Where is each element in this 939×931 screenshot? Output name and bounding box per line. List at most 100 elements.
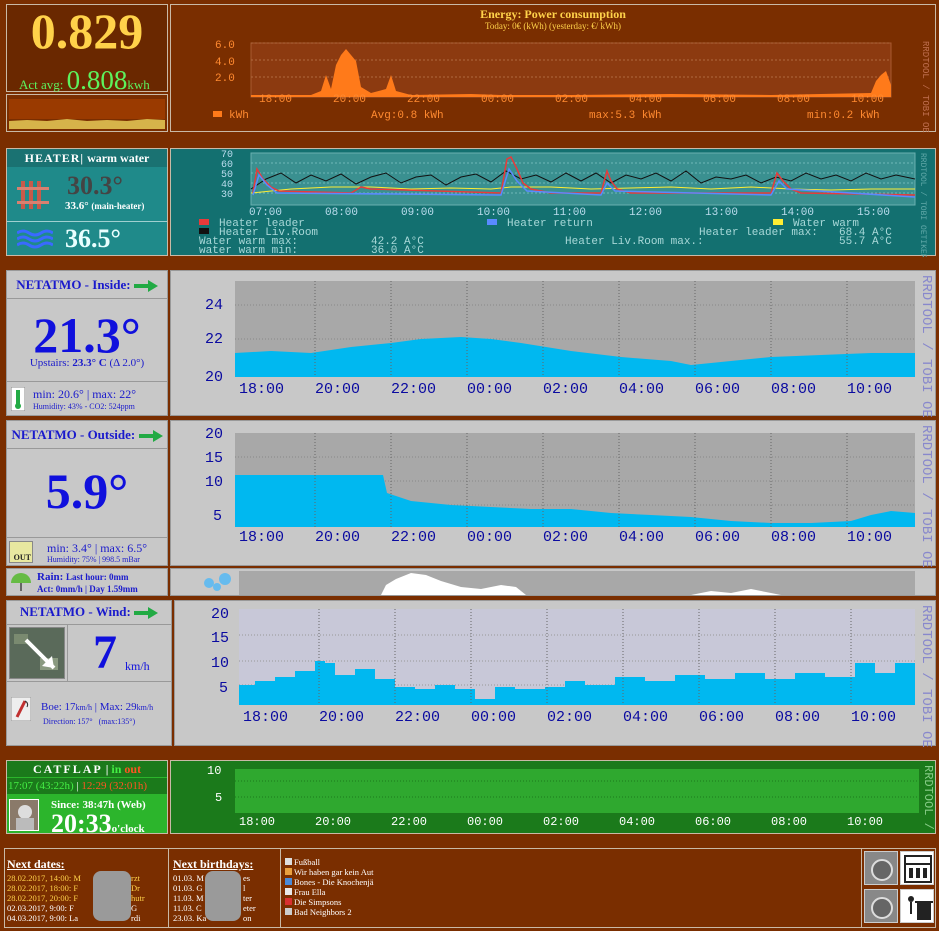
catflap-out-time: 12:29 (32:01h): [81, 780, 148, 792]
catflap-x-tick: 20:00: [315, 815, 351, 829]
catflap-times: 17:07 (43:22h) | 12:29 (32:01h): [7, 778, 167, 794]
outside-watermark: RRDTOOL / TOBI OETIKER: [918, 425, 934, 567]
energy-legend-avg: Avg:0.8 kWh: [371, 110, 444, 122]
rain-last-hour: Last hour: 0mm: [66, 572, 129, 582]
outside-x-tick: 00:00: [467, 529, 512, 546]
tv-item[interactable]: Wir haben gar kein Aut: [285, 867, 374, 877]
heater-stat-label: Heater Liv.Room max.:: [565, 236, 704, 248]
wind-y-tick: 10: [211, 655, 229, 672]
energy-current-panel: 0.829 Act avg: 0.808kwh: [6, 3, 168, 95]
rain-line2: Act: 0mm/h | Day 1.59mm: [37, 584, 138, 594]
wind-gust-icon: [11, 697, 31, 721]
catflap-out: out: [124, 762, 142, 776]
energy-graph-panel: Energy: Power consumption Today: 0€ (kWh…: [170, 4, 936, 133]
inside-minmax: min: 20.6° | max: 22°: [33, 387, 137, 401]
next-dates-title: Next dates:: [7, 857, 65, 871]
inside-y-tick: 24: [205, 297, 223, 314]
tv-item[interactable]: Frau Ella: [285, 887, 374, 897]
next-birthdays: Next birthdays: 01.03. Mes 01.03. Gl 11.…: [171, 849, 281, 927]
catflap-header: CATFLAP | in out: [7, 761, 167, 777]
outside-graph-panel: 20 15 10 5 18:00 20:00 22:00 00:00 02:00…: [170, 420, 936, 610]
birthday-item[interactable]: 23.03. Ka on: [173, 913, 252, 923]
tv-channel-icon: [285, 908, 292, 915]
outside-x-tick: 04:00: [619, 529, 664, 546]
tv-item[interactable]: Bad Neighbors 2: [285, 907, 374, 917]
heater-graph-panel: 70 60 50 40 30 07:00 08:00 09:00 10:00 1…: [170, 148, 936, 259]
outside-x-tick: 06:00: [695, 529, 740, 546]
rain-chart: [204, 571, 915, 595]
outside-icon: OUT: [9, 541, 33, 563]
catflap-in-time: 17:07 (43:22h): [8, 780, 74, 792]
energy-current-value: 0.829: [30, 3, 144, 59]
inside-x-tick: 06:00: [695, 381, 740, 398]
birthday-item[interactable]: 11.03. Ceter: [173, 903, 256, 913]
outside-x-tick: 02:00: [543, 529, 588, 546]
date-item[interactable]: 04.03.2017, 9:00: La rdi: [7, 913, 140, 923]
trash-icon[interactable]: [900, 889, 934, 923]
energy-x-tick: 10:00: [851, 94, 884, 106]
outside-x-tick: 08:00: [771, 529, 816, 546]
dryer-icon[interactable]: [864, 889, 898, 923]
arrow-right-icon[interactable]: [138, 430, 163, 443]
birthday-item[interactable]: 01.03. Gl: [173, 883, 245, 893]
energy-x-tick: 20:00: [333, 94, 366, 106]
tv-item[interactable]: Bones - Die Knochenjä: [285, 877, 374, 887]
date-item[interactable]: 02.03.2017, 9:00: FG: [7, 903, 137, 913]
outside-max: max: 6.5°: [100, 541, 148, 555]
catflap-clock-value: 20:33: [51, 809, 112, 838]
birthday-item[interactable]: 01.03. Mes: [173, 873, 250, 883]
date-item[interactable]: 28.02.2017, 18:00: F Dr: [7, 883, 140, 893]
catflap-y-tick: 5: [215, 791, 222, 805]
outside-title: NETATMO - Outside:: [11, 427, 136, 442]
wind-x-tick: 08:00: [775, 709, 820, 726]
wind-x-tick: 22:00: [395, 709, 440, 726]
inside-upstairs: Upstairs: 23.3° C (Δ 2.0°): [7, 357, 167, 369]
arrow-right-icon[interactable]: [134, 607, 159, 620]
wind-x-tick: 10:00: [851, 709, 896, 726]
rain-label: Rain:: [37, 571, 64, 583]
catflap-in: in: [111, 762, 122, 776]
energy-y-tick: 4.0: [215, 57, 235, 69]
heater-stat-label: Heater leader max:: [699, 227, 818, 239]
catflap-x-tick: 10:00: [847, 815, 883, 829]
catflap-clock-unit: o'clock: [111, 823, 145, 835]
wind-max-label: Max:: [99, 701, 123, 713]
energy-legend-swatch: [213, 111, 222, 117]
heater-temp1-sub-note: (main-heater): [91, 201, 145, 211]
catflap-x-tick: 04:00: [619, 815, 655, 829]
legend-swatch-livroom: [199, 228, 209, 234]
inside-title: NETATMO - Inside:: [16, 277, 131, 292]
wind-speed: 7: [93, 626, 117, 679]
heater-temp1-sub: 33.6° (main-heater): [65, 200, 144, 212]
energy-sparkline: [6, 94, 168, 132]
energy-watermark: RRDTOOL / TOBI OETIKER: [920, 41, 930, 133]
energy-x-tick: 22:00: [407, 94, 440, 106]
catflap-x-tick: 00:00: [467, 815, 503, 829]
tv-channel-icon: [285, 868, 292, 875]
energy-legend-kwh: kWh: [229, 110, 249, 122]
inside-watermark: RRDTOOL / TOBI OETIKER: [918, 275, 934, 417]
appliance-icons: [861, 849, 935, 927]
water-waves-icon: [17, 229, 53, 249]
heater-title: HEATER| warm water: [7, 149, 167, 167]
inside-upstairs-label: Upstairs:: [29, 357, 70, 369]
heater-subtitle: warm water: [87, 151, 150, 165]
washing-machine-icon[interactable]: [864, 851, 898, 885]
date-item[interactable]: 28.02.2017, 20:00: Fhutr: [7, 893, 145, 903]
rain-act: Act: 0mm/h: [37, 584, 83, 594]
wind-boe-unit: km/h: [75, 703, 92, 712]
inside-graph-panel: 24 22 20 18:00 20:00 22:00 00:00 02:00 0…: [170, 270, 936, 460]
inside-x-tick: 04:00: [619, 381, 664, 398]
tv-item[interactable]: Fußball: [285, 857, 374, 867]
birthday-item[interactable]: 11.03. Mter: [173, 893, 252, 903]
energy-y-tick: 6.0: [215, 40, 235, 52]
outside-minmax: min: 3.4° | max: 6.5°: [47, 541, 148, 555]
rain-drops-icon: [204, 573, 231, 591]
arrow-right-icon[interactable]: [133, 280, 158, 293]
tv-channel-icon: [285, 878, 292, 885]
heater-watermark: RRDTOOL / TOBI OETIKER: [918, 153, 927, 257]
wind-chart: 20 15 10 5 18:00 20:00 22:00 00:00 02:00…: [211, 605, 934, 790]
dishwasher-icon[interactable]: [900, 851, 934, 885]
tv-item[interactable]: Die Simpsons: [285, 897, 374, 907]
date-item[interactable]: 28.02.2017, 14:00: Mrzt: [7, 873, 140, 883]
